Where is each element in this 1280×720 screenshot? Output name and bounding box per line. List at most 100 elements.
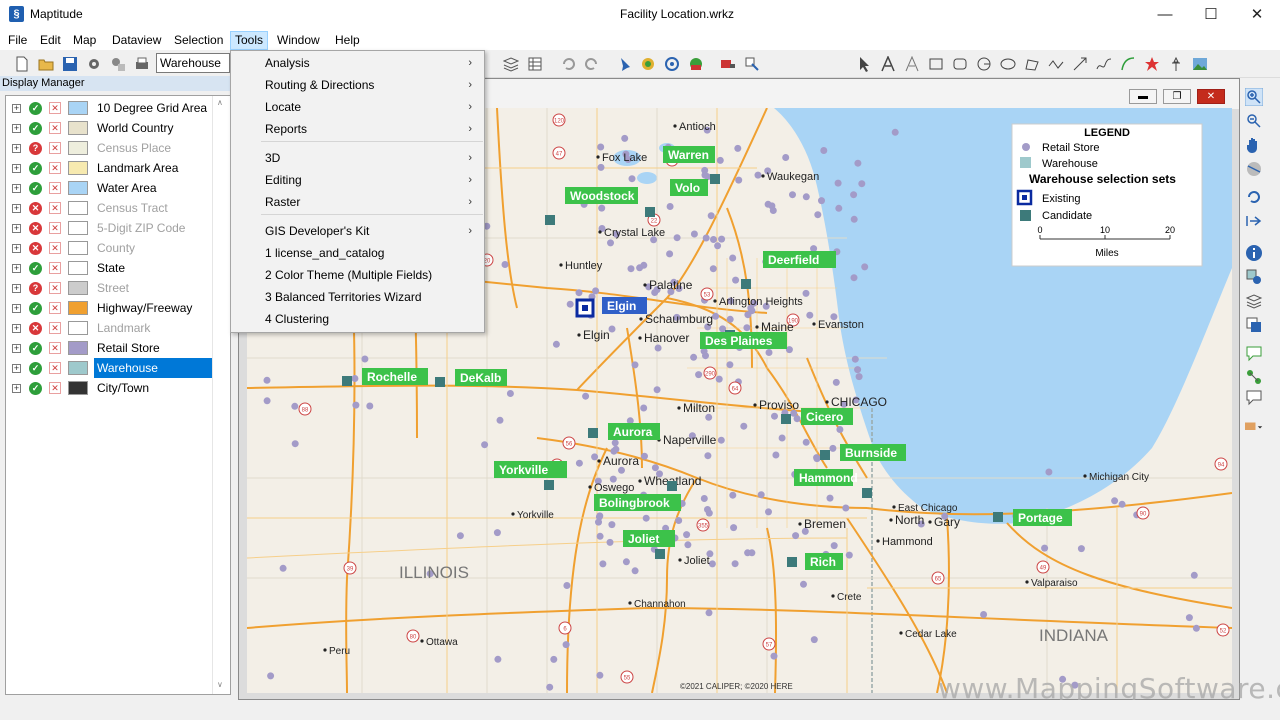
menu-edit[interactable]: Edit [36,31,65,50]
expand-icon[interactable]: + [12,124,21,133]
scroll-up-icon[interactable]: ∧ [217,98,223,107]
expand-icon[interactable]: + [12,384,21,393]
menu-window[interactable]: Window [273,31,324,50]
tools-menu-item[interactable]: Locate › [232,96,484,118]
image-tool-icon[interactable] [1192,56,1208,72]
layer-label[interactable]: 5-Digit ZIP Code [94,218,212,238]
layer-row[interactable]: + ✕ ✕ Census Tract [6,198,216,218]
undo-icon[interactable] [560,56,576,72]
layer-row[interactable]: + ✕ ✕ County [6,238,216,258]
tools-menu-item[interactable]: 2 Color Theme (Multiple Fields) [232,264,484,286]
candidate-warehouse-marker[interactable] [588,428,598,438]
save-icon[interactable] [62,56,78,72]
layer-stack-icon[interactable] [1245,292,1263,310]
visibility-toggle-icon[interactable]: ✓ [29,102,42,115]
layer-style-swatch[interactable] [68,221,88,235]
expand-icon[interactable]: + [12,304,21,313]
layer-style-swatch[interactable] [68,261,88,275]
candidate-warehouse-marker[interactable] [645,207,655,217]
freehand-tool-icon[interactable] [1096,56,1112,72]
layer-style-swatch[interactable] [68,241,88,255]
visibility-toggle-icon[interactable]: ✓ [29,162,42,175]
menu-file[interactable]: File [4,31,31,50]
menu-map[interactable]: Map [69,31,100,50]
layer-style-swatch[interactable] [68,141,88,155]
pan-hand-icon[interactable] [1245,136,1263,154]
layer-style-swatch[interactable] [68,101,88,115]
remove-layer-icon[interactable]: ✕ [49,322,61,334]
tools-menu-item[interactable]: 3D › [232,147,484,169]
layers-icon[interactable] [503,56,519,72]
layer-style-swatch[interactable] [68,321,88,335]
remove-layer-icon[interactable]: ✕ [49,282,61,294]
remove-layer-icon[interactable]: ✕ [49,302,61,314]
expand-icon[interactable]: + [12,284,21,293]
remove-layer-icon[interactable]: ✕ [49,162,61,174]
remove-layer-icon[interactable]: ✕ [49,342,61,354]
rounded-rectangle-tool-icon[interactable] [952,56,968,72]
ellipse-tool-icon[interactable] [1000,56,1016,72]
remove-layer-icon[interactable]: ✕ [49,382,61,394]
layer-row[interactable]: + ✓ ✕ Landmark Area [6,158,216,178]
tools-menu-item[interactable]: Editing › [232,169,484,191]
candidate-warehouse-marker[interactable] [667,481,677,491]
select-by-pointing-icon[interactable] [1245,268,1263,286]
zoom-in-icon[interactable] [1245,88,1263,106]
remove-layer-icon[interactable]: ✕ [49,362,61,374]
remove-layer-icon[interactable]: ✕ [49,142,61,154]
display-manager-scrollbar[interactable]: ∧ ∨ [212,96,229,694]
label-tool-icon[interactable] [904,56,920,72]
layer-row[interactable]: + ✓ ✕ Highway/Freeway [6,298,216,318]
settings-gear-icon[interactable] [86,56,102,72]
layer-style-swatch[interactable] [68,381,88,395]
zoom-out-icon[interactable] [1245,112,1263,130]
expand-icon[interactable]: + [12,224,21,233]
layer-style-swatch[interactable] [68,121,88,135]
visibility-toggle-icon[interactable]: ✕ [29,222,42,235]
tools-menu-item[interactable]: Reports › [232,118,484,140]
visibility-toggle-icon[interactable]: ✓ [29,122,42,135]
layer-row[interactable]: + ✓ ✕ World Country [6,118,216,138]
annotation-icon[interactable] [1245,344,1263,362]
zoom-to-layer-icon[interactable] [1245,212,1263,230]
buffer-icon[interactable] [664,56,680,72]
layer-label[interactable]: Census Place [94,138,212,158]
map-minimize-button[interactable]: ▬ [1129,89,1157,104]
candidate-warehouse-marker[interactable] [862,488,872,498]
layer-style-swatch[interactable] [68,361,88,375]
candidate-warehouse-marker[interactable] [710,174,720,184]
menu-tools[interactable]: Tools [230,31,269,50]
layer-style-swatch[interactable] [68,181,88,195]
layer-label[interactable]: City/Town [94,378,212,398]
remove-layer-icon[interactable]: ✕ [49,242,61,254]
globe-icon[interactable] [1245,160,1263,178]
expand-icon[interactable]: + [12,144,21,153]
layer-label[interactable]: State [94,258,212,278]
curve-tool-icon[interactable] [1120,56,1136,72]
layer-row[interactable]: + ✕ ✕ 5-Digit ZIP Code [6,218,216,238]
layer-style-swatch[interactable] [68,281,88,295]
color-theme-icon[interactable] [640,56,656,72]
text-tool-icon[interactable] [880,56,896,72]
expand-icon[interactable]: + [12,204,21,213]
maximize-button[interactable]: ☐ [1188,0,1234,29]
layer-label[interactable]: Warehouse [94,358,212,378]
expand-icon[interactable]: + [12,364,21,373]
tools-menu-item[interactable]: 1 license_and_catalog [232,242,484,264]
expand-icon[interactable]: + [12,344,21,353]
tools-menu-item[interactable]: Analysis › [232,52,484,74]
layer-style-swatch[interactable] [68,301,88,315]
remove-layer-icon[interactable]: ✕ [49,262,61,274]
layer-row[interactable]: + ✓ ✕ State [6,258,216,278]
layer-label[interactable]: Street [94,278,212,298]
layer-row[interactable]: + ✕ ✕ Landmark [6,318,216,338]
layer-label[interactable]: World Country [94,118,212,138]
layer-row[interactable]: +? ✕ Census Place [6,138,216,158]
layer-style-swatch[interactable] [68,341,88,355]
layer-style-swatch[interactable] [68,161,88,175]
candidate-warehouse-marker[interactable] [342,376,352,386]
layer-row[interactable]: +? ✕ Street [6,278,216,298]
scroll-down-icon[interactable]: ∨ [217,680,223,689]
layer-row[interactable]: + ✓ ✕ City/Town [6,378,216,398]
remove-layer-icon[interactable]: ✕ [49,222,61,234]
